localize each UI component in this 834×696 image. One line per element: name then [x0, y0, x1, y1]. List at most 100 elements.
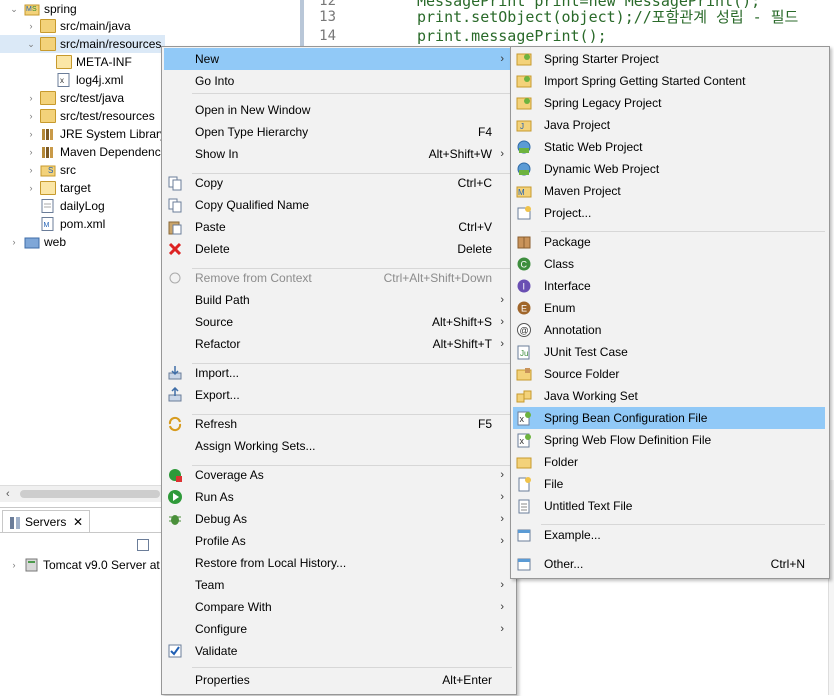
collapsed-arrow-icon[interactable]: ›: [9, 233, 19, 251]
tree-item-label: Maven Dependencies: [60, 145, 165, 159]
menu-item-copy-qualified-name[interactable]: Copy Qualified Name: [164, 194, 512, 216]
menu-item-package[interactable]: Package: [513, 231, 825, 253]
menu-item-project[interactable]: Project...: [513, 202, 825, 224]
menu-item-new[interactable]: New ›: [164, 48, 512, 70]
collapsed-arrow-icon[interactable]: ›: [26, 107, 36, 125]
collapsed-arrow-icon[interactable]: ›: [26, 89, 36, 107]
expanded-arrow-icon[interactable]: ⌄: [26, 35, 36, 53]
paste-icon: [167, 219, 183, 235]
menu-item-assign-working-sets[interactable]: Assign Working Sets...: [164, 435, 512, 457]
menu-item-coverage-as[interactable]: Coverage As ›: [164, 464, 512, 486]
menu-item-refresh[interactable]: Refresh F5: [164, 413, 512, 435]
svg-text:S: S: [32, 6, 37, 13]
menu-item-team[interactable]: Team ›: [164, 574, 512, 596]
menu-item-annotation[interactable]: @ Annotation: [513, 319, 825, 341]
menu-item-label: Compare With: [195, 600, 272, 614]
collapsed-arrow-icon[interactable]: ›: [26, 161, 36, 179]
tree-item-label: src/test/resources: [60, 109, 155, 123]
menu-item-class[interactable]: C Class: [513, 253, 825, 275]
collapsed-arrow-icon[interactable]: ›: [26, 179, 36, 197]
source-folder-icon: [516, 366, 532, 382]
menu-item-spring-starter-project[interactable]: Spring Starter Project: [513, 48, 825, 70]
menu-item-label: Open Type Hierarchy: [195, 125, 309, 139]
copy-qualified-icon: [167, 197, 183, 213]
menu-item-delete[interactable]: Delete Delete: [164, 238, 512, 260]
menu-item-enum[interactable]: E Enum: [513, 297, 825, 319]
collapsed-arrow-icon[interactable]: ›: [26, 17, 36, 35]
submenu-arrow-icon: ›: [500, 53, 504, 65]
server-row[interactable]: › Tomcat v9.0 Server at localhost: [0, 556, 211, 574]
menu-item-show-in[interactable]: Show In Alt+Shift+W ›: [164, 143, 512, 165]
tree-item-label: spring: [44, 2, 77, 16]
spring-legacy-icon: [516, 95, 532, 111]
menu-item-properties[interactable]: Properties Alt+Enter: [164, 669, 512, 691]
menu-item-build-path[interactable]: Build Path ›: [164, 289, 512, 311]
menu-item-source-folder[interactable]: Source Folder: [513, 363, 825, 385]
menu-item-configure[interactable]: Configure ›: [164, 618, 512, 640]
line-number: 14: [319, 28, 336, 44]
menu-item-import-spring-content[interactable]: Import Spring Getting Started Content: [513, 70, 825, 92]
menu-item-refactor[interactable]: Refactor Alt+Shift+T ›: [164, 333, 512, 355]
menu-item-copy[interactable]: Copy Ctrl+C: [164, 172, 512, 194]
menu-separator: [192, 93, 512, 94]
menu-item-untitled-text-file[interactable]: Untitled Text File: [513, 495, 825, 517]
horizontal-scrollbar[interactable]: ‹: [0, 485, 165, 502]
menu-item-label: Project...: [544, 206, 592, 220]
menu-item-go-into[interactable]: Go Into: [164, 70, 512, 92]
menu-item-shortcut: Ctrl+V: [458, 220, 492, 234]
menu-item-java-working-set[interactable]: Java Working Set: [513, 385, 825, 407]
menu-item-compare-with[interactable]: Compare With ›: [164, 596, 512, 618]
menu-item-restore-local-history[interactable]: Restore from Local History...: [164, 552, 512, 574]
menu-item-shortcut: F4: [477, 125, 492, 139]
menu-separator: [192, 667, 512, 668]
web-flow-icon: x: [516, 432, 532, 448]
menu-item-folder[interactable]: Folder: [513, 451, 825, 473]
menu-item-export[interactable]: Export...: [164, 384, 512, 406]
menu-item-run-as[interactable]: Run As ›: [164, 486, 512, 508]
collapsed-arrow-icon[interactable]: ›: [26, 143, 36, 161]
menu-item-maven-project[interactable]: M Maven Project: [513, 180, 825, 202]
source-folder-icon: [40, 19, 56, 33]
scroll-left-icon[interactable]: ‹: [6, 486, 10, 502]
menu-item-debug-as[interactable]: Debug As ›: [164, 508, 512, 530]
close-icon[interactable]: ✕: [73, 511, 83, 533]
check-icon: [167, 643, 183, 659]
menu-item-spring-bean-config-file[interactable]: x Spring Bean Configuration File: [513, 407, 825, 429]
enum-icon: E: [516, 300, 532, 316]
menu-item-other[interactable]: Other... Ctrl+N: [513, 553, 825, 575]
menu-item-profile-as[interactable]: Profile As ›: [164, 530, 512, 552]
menu-item-open-new-window[interactable]: Open in New Window: [164, 99, 512, 121]
menu-item-spring-web-flow-file[interactable]: x Spring Web Flow Definition File: [513, 429, 825, 451]
menu-item-file[interactable]: File: [513, 473, 825, 495]
menu-item-paste[interactable]: Paste Ctrl+V: [164, 216, 512, 238]
collapse-all-icon[interactable]: [137, 539, 149, 551]
svg-text:I: I: [523, 282, 526, 292]
folder-icon: [40, 181, 56, 195]
java-project-icon: J: [516, 117, 532, 133]
scrollbar-thumb[interactable]: [20, 490, 160, 498]
menu-item-java-project[interactable]: J Java Project: [513, 114, 825, 136]
menu-item-validate[interactable]: Validate: [164, 640, 512, 662]
submenu-arrow-icon: ›: [500, 294, 504, 306]
tree-item-label: src/main/resources: [60, 37, 162, 51]
menu-item-example[interactable]: Example...: [513, 524, 825, 546]
menu-item-interface[interactable]: I Interface: [513, 275, 825, 297]
src-folder-icon: S: [40, 163, 56, 177]
submenu-arrow-icon: ›: [500, 601, 504, 613]
expanded-arrow-icon[interactable]: ⌄: [9, 0, 19, 18]
collapsed-arrow-icon[interactable]: ›: [26, 125, 36, 143]
collapsed-arrow-icon[interactable]: ›: [9, 556, 19, 574]
tab-servers[interactable]: Servers ✕: [2, 510, 90, 533]
menu-item-open-type-hierarchy[interactable]: Open Type Hierarchy F4: [164, 121, 512, 143]
tree-item-src-main-resources[interactable]: ⌄ src/main/resources: [0, 35, 165, 53]
menu-item-spring-legacy-project[interactable]: Spring Legacy Project: [513, 92, 825, 114]
menu-item-import[interactable]: Import...: [164, 362, 512, 384]
menu-item-label: Source Folder: [544, 367, 620, 381]
menu-item-junit-test-case[interactable]: Ju JUnit Test Case: [513, 341, 825, 363]
menu-item-remove-from-context[interactable]: Remove from Context Ctrl+Alt+Shift+Down: [164, 267, 512, 289]
menu-item-static-web-project[interactable]: Static Web Project: [513, 136, 825, 158]
menu-item-dynamic-web-project[interactable]: Dynamic Web Project: [513, 158, 825, 180]
menu-item-source[interactable]: Source Alt+Shift+S ›: [164, 311, 512, 333]
code-editor[interactable]: 12 13 14 MessagePrint print=new MessageP…: [300, 0, 834, 46]
server-icon: [24, 558, 40, 572]
